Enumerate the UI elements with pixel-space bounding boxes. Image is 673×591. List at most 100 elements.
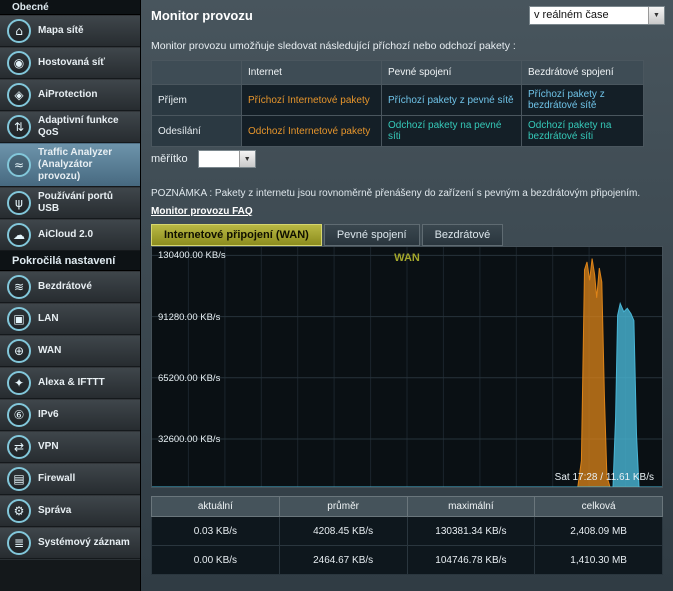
col-header-internet: Internet	[242, 61, 382, 85]
system-log-icon: ≣	[7, 531, 31, 555]
sidebar-item-label: Bezdrátové	[38, 281, 92, 293]
sidebar-item-label: Systémový záznam	[38, 537, 130, 549]
tab-wireless[interactable]: Bezdrátové	[422, 224, 504, 246]
download-current: 0.03 KB/s	[152, 517, 280, 546]
row-label-receive: Příjem	[152, 85, 242, 116]
mode-select-value: v reálném čase	[530, 7, 648, 24]
download-total: 2,408.09 MB	[535, 517, 663, 546]
y-axis-tick: 32600.00 KB/s	[158, 434, 220, 445]
gear-icon: ⚙	[7, 499, 31, 523]
download-average: 4208.45 KB/s	[279, 517, 407, 546]
empty-header-cell	[152, 61, 242, 85]
wan-icon: ⊕	[7, 339, 31, 363]
main-content: Monitor provozu v reálném čase ▼ Monitor…	[141, 0, 673, 591]
receive-wireless-cell: Příchozí pakety z bezdrátové sítě	[522, 85, 644, 116]
send-wired-cell: Odchozí pakety na pevné síti	[382, 116, 522, 147]
sidebar-item-label: LAN	[38, 313, 59, 325]
sidebar-item-alexa-ifttt[interactable]: ✦ Alexa & IFTTT	[0, 367, 140, 399]
y-axis-tick: 91280.00 KB/s	[158, 312, 220, 323]
chart-title: WAN	[394, 252, 420, 264]
chevron-down-icon[interactable]: ▼	[239, 151, 255, 167]
stats-header-maximum: maximální	[407, 497, 535, 517]
upload-total: 1,410.30 MB	[535, 546, 663, 575]
tab-wired[interactable]: Pevné spojení	[324, 224, 420, 246]
sidebar-item-adaptive-qos[interactable]: ⇅ Adaptivní funkce QoS	[0, 111, 140, 143]
scale-row: měřítko ▼	[151, 150, 256, 168]
sidebar-item-label: AiCloud 2.0	[38, 229, 93, 241]
row-label-send: Odesílání	[152, 116, 242, 147]
stats-row-upload: 0.00 KB/s 2464.67 KB/s 104746.78 KB/s 1,…	[152, 546, 663, 575]
sidebar-item-label: Hostovaná síť	[38, 57, 105, 69]
sidebar-item-wireless[interactable]: ≋ Bezdrátové	[0, 271, 140, 303]
scale-label: měřítko	[151, 153, 188, 165]
guest-network-icon: ◉	[7, 51, 31, 75]
send-wireless-cell: Odchozí pakety na bezdrátové síti	[522, 116, 644, 147]
table-row: Odesílání Odchozí Internetové pakety Odc…	[152, 116, 644, 147]
sidebar-item-aiprotection[interactable]: ◈ AiProtection	[0, 79, 140, 111]
stats-table: aktuální průměr maximální celková 0.03 K…	[151, 496, 663, 575]
traffic-chart-canvas	[152, 247, 662, 487]
vpn-icon: ⇄	[7, 435, 31, 459]
mode-select[interactable]: v reálném čase ▼	[529, 6, 665, 25]
stats-header-total: celková	[535, 497, 663, 517]
sidebar-item-network-map[interactable]: ⌂ Mapa sítě	[0, 15, 140, 47]
sidebar-item-aicloud[interactable]: ☁ AiCloud 2.0	[0, 219, 140, 251]
sidebar-item-label: Traffic Analyzer (Analyzátor provozu)	[38, 147, 136, 183]
sidebar-item-label: WAN	[38, 345, 61, 357]
wireless-icon: ≋	[7, 275, 31, 299]
sidebar-item-label: Mapa sítě	[38, 25, 84, 37]
send-internet-cell: Odchozí Internetové pakety	[242, 116, 382, 147]
sidebar-cutoff-item	[0, 559, 140, 591]
scale-select[interactable]: ▼	[198, 150, 256, 168]
lan-icon: ▣	[7, 307, 31, 331]
upload-average: 2464.67 KB/s	[279, 546, 407, 575]
alexa-ifttt-icon: ✦	[7, 371, 31, 395]
sidebar-item-label: Alexa & IFTTT	[38, 377, 105, 389]
scale-select-value	[199, 151, 239, 167]
chevron-down-icon[interactable]: ▼	[648, 7, 664, 24]
sidebar: Obecné ⌂ Mapa sítě ◉ Hostovaná síť ◈ AiP…	[0, 0, 141, 591]
sidebar-item-administration[interactable]: ⚙ Správa	[0, 495, 140, 527]
router-admin-page: Obecné ⌂ Mapa sítě ◉ Hostovaná síť ◈ AiP…	[0, 0, 673, 591]
upload-maximum: 104746.78 KB/s	[407, 546, 535, 575]
usb-icon: ψ	[7, 191, 31, 215]
receive-wired-cell: Příchozí pakety z pevné sítě	[382, 85, 522, 116]
sidebar-item-firewall[interactable]: ▤ Firewall	[0, 463, 140, 495]
stats-header-current: aktuální	[152, 497, 280, 517]
sidebar-item-label: Používání portů USB	[38, 191, 136, 215]
download-maximum: 130381.34 KB/s	[407, 517, 535, 546]
sidebar-item-label: AiProtection	[38, 89, 97, 101]
table-header-row: Internet Pevné spojení Bezdrátové spojen…	[152, 61, 644, 85]
sidebar-item-system-log[interactable]: ≣ Systémový záznam	[0, 527, 140, 559]
sidebar-item-usb-application[interactable]: ψ Používání portů USB	[0, 187, 140, 219]
table-row: Příjem Příchozí Internetové pakety Přích…	[152, 85, 644, 116]
receive-internet-cell: Příchozí Internetové pakety	[242, 85, 382, 116]
col-header-wired: Pevné spojení	[382, 61, 522, 85]
sidebar-item-guest-network[interactable]: ◉ Hostovaná síť	[0, 47, 140, 79]
stats-header-row: aktuální průměr maximální celková	[152, 497, 663, 517]
sidebar-item-label: VPN	[38, 441, 59, 453]
tab-internet-wan[interactable]: Internetové připojení (WAN)	[151, 224, 322, 246]
traffic-analyzer-icon: ≈	[7, 153, 31, 177]
sidebar-item-lan[interactable]: ▣ LAN	[0, 303, 140, 335]
sidebar-section-general: Obecné	[0, 0, 140, 15]
upload-current: 0.00 KB/s	[152, 546, 280, 575]
y-axis-tick: 65200.00 KB/s	[158, 373, 220, 384]
qos-icon: ⇅	[7, 115, 31, 139]
network-map-icon: ⌂	[7, 19, 31, 43]
sidebar-item-vpn[interactable]: ⇄ VPN	[0, 431, 140, 463]
chart-tabs: Internetové připojení (WAN) Pevné spojen…	[151, 224, 503, 246]
y-axis-tick: 130400.00 KB/s	[158, 250, 226, 261]
traffic-chart: 130400.00 KB/s 91280.00 KB/s 65200.00 KB…	[151, 246, 663, 488]
sidebar-item-label: Firewall	[38, 473, 75, 485]
sidebar-item-ipv6[interactable]: ⑥ IPv6	[0, 399, 140, 431]
sidebar-item-label: Adaptivní funkce QoS	[38, 115, 136, 139]
sidebar-item-traffic-analyzer[interactable]: ≈ Traffic Analyzer (Analyzátor provozu)	[0, 143, 140, 187]
note-text: POZNÁMKA : Pakety z internetu jsou rovno…	[151, 188, 661, 199]
sidebar-item-wan[interactable]: ⊕ WAN	[0, 335, 140, 367]
page-title: Monitor provozu	[151, 8, 253, 23]
aiprotection-icon: ◈	[7, 83, 31, 107]
faq-link[interactable]: Monitor provozu FAQ	[151, 206, 253, 217]
col-header-wireless: Bezdrátové spojení	[522, 61, 644, 85]
stats-header-average: průměr	[279, 497, 407, 517]
